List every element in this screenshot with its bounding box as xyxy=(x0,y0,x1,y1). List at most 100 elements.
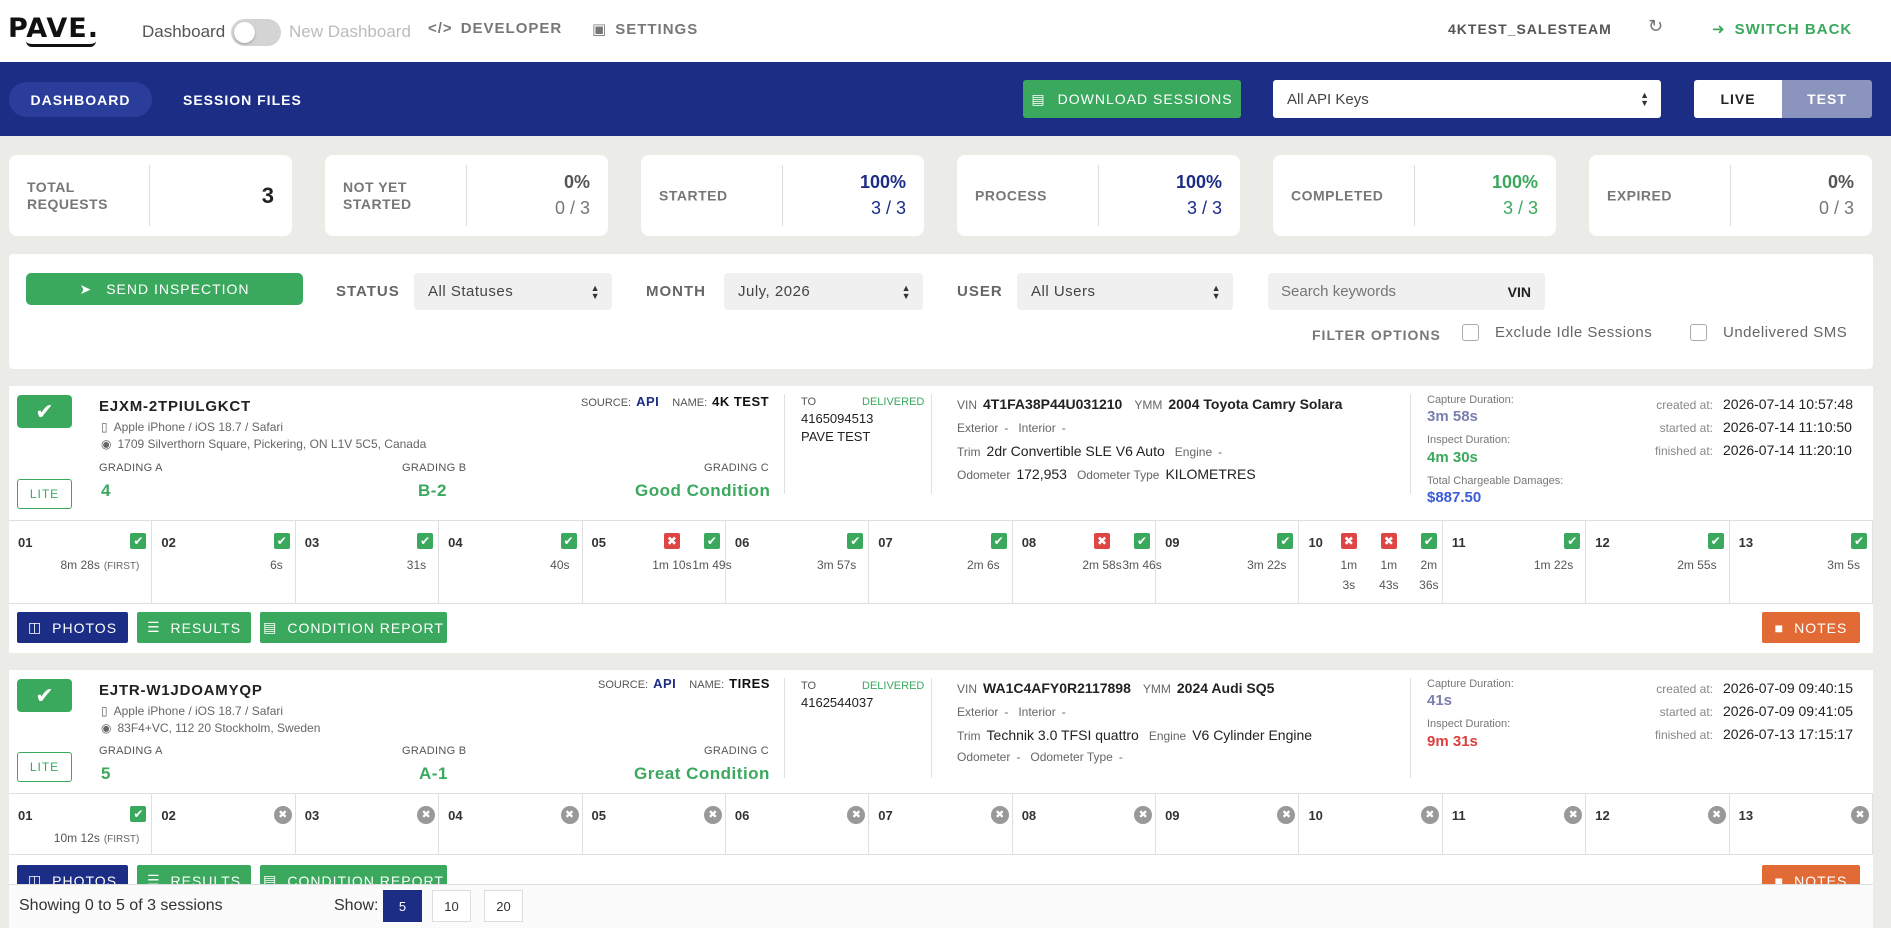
check-icon: ✔ xyxy=(417,533,434,549)
switch-back-label: SWITCH BACK xyxy=(1734,20,1853,38)
step-number: 02 xyxy=(161,535,176,550)
step-cell[interactable]: 03 ✖ xyxy=(296,794,440,854)
step-cell[interactable]: 04 ✖ xyxy=(439,794,583,854)
undelivered-sms-checkbox[interactable]: Undelivered SMS xyxy=(1690,324,1847,341)
step-cell[interactable]: 02 ✔ 6s xyxy=(152,521,296,603)
recipient-phone: 4165094513 xyxy=(801,411,874,426)
send-inspection-button[interactable]: ➤ SEND INSPECTION xyxy=(26,273,303,305)
step-cell[interactable]: 07 ✖ xyxy=(869,794,1013,854)
step-cell[interactable]: 01 ✔ 10m 12s (FIRST) xyxy=(9,794,153,854)
step-cell[interactable]: 06 ✔ 3m 57s xyxy=(726,521,870,603)
step-cell[interactable]: 08 ✖ xyxy=(1013,794,1157,854)
step-number: 03 xyxy=(304,535,320,550)
step-cell[interactable]: 09 ✖ xyxy=(1156,794,1300,854)
step-cell[interactable]: 13 ✔ 3m 5s xyxy=(1730,521,1873,603)
lite-badge: LITE xyxy=(17,752,72,782)
page-size-option[interactable]: 10 xyxy=(432,890,471,922)
step-number: 10 xyxy=(1308,535,1323,550)
step-cell[interactable]: 11 ✖ xyxy=(1443,794,1587,854)
step-number: 08 xyxy=(1021,808,1037,823)
check-icon: ✔ xyxy=(560,533,577,549)
session-id[interactable]: EJXM-2TPIULGKCT xyxy=(99,398,251,415)
stat-divider xyxy=(1098,165,1099,226)
check-icon: ✔ xyxy=(1564,533,1581,549)
dashboard-toggle[interactable] xyxy=(231,19,281,46)
ymm-label: YMM xyxy=(1134,398,1163,412)
step-cell[interactable]: 05 ✖ 1m 10s ✔ 1m 49s xyxy=(583,521,732,603)
column-divider xyxy=(931,394,932,494)
api-keys-select[interactable]: All API Keys ▲ ▼ xyxy=(1273,80,1661,118)
step-cell[interactable]: 11 ✔ 1m 22s xyxy=(1443,521,1587,603)
step-strip: 01 ✔ 10m 12s (FIRST) 02 ✖ 03 ✖ 04 ✖ 05 ✖ 06 ✖ 07 ✖ 08 ✖ 09… xyxy=(9,793,1873,855)
page-size-option[interactable]: 20 xyxy=(484,890,523,922)
exclude-idle-checkbox[interactable]: Exclude Idle Sessions xyxy=(1462,324,1652,341)
vin-search-button[interactable]: VIN xyxy=(1508,284,1531,300)
page-size-option[interactable]: 5 xyxy=(383,890,422,922)
step-duration: 1m 3s xyxy=(1336,555,1362,595)
step-cell[interactable]: 07 ✔ 2m 6s xyxy=(869,521,1013,603)
check-icon: ✔ xyxy=(17,395,72,428)
step-duration: 8m 28s (FIRST) xyxy=(60,555,139,577)
step-number: 09 xyxy=(1165,535,1180,550)
step-cell[interactable]: 08 ✖ 2m 58s ✔ 3m 46s xyxy=(1013,521,1162,603)
step-duration: 1m 22s xyxy=(1534,555,1573,575)
developer-link[interactable]: </> DEVELOPER xyxy=(428,20,562,37)
step-duration-value: 3m 22s xyxy=(1247,558,1287,572)
step-cell[interactable]: 01 ✔ 8m 28s (FIRST) xyxy=(9,521,153,603)
step-duration: 2m 36s xyxy=(1416,555,1442,595)
vin-value[interactable]: WA1C4AFY0R2117898 xyxy=(983,680,1131,696)
session-id[interactable]: EJTR-W1JDOAMYQP xyxy=(99,682,263,699)
live-button[interactable]: LIVE xyxy=(1694,80,1782,118)
user-select[interactable]: All Users ▲ ▼ xyxy=(1017,273,1233,310)
step-cell[interactable]: 13 ✖ xyxy=(1730,794,1873,854)
photos-button[interactable]: ◫ PHOTOS xyxy=(17,612,128,643)
results-button[interactable]: ☰ RESULTS xyxy=(137,612,251,643)
test-button[interactable]: TEST xyxy=(1782,80,1872,118)
filter-options-label: FILTER OPTIONS xyxy=(1312,327,1441,343)
step-cell[interactable]: 10 ✖ xyxy=(1299,794,1443,854)
step-cell[interactable]: 12 ✖ xyxy=(1586,794,1730,854)
download-sessions-button[interactable]: ▤ DOWNLOAD SESSIONS xyxy=(1023,80,1241,118)
status-select[interactable]: All Statuses ▲ ▼ xyxy=(414,273,612,310)
step-cell[interactable]: 06 ✖ xyxy=(726,794,870,854)
step-cell[interactable]: 05 ✖ xyxy=(583,794,726,854)
pave-logo[interactable]: PAVE. xyxy=(8,13,99,44)
step-cell[interactable]: 12 ✔ 2m 55s xyxy=(1586,521,1730,603)
step-number: 12 xyxy=(1595,808,1610,823)
step-cell[interactable]: 04 ✔ 40s xyxy=(439,521,583,603)
search-input[interactable] xyxy=(1281,283,1481,300)
column-divider xyxy=(1410,394,1411,494)
step-cell[interactable]: 10 ✖ 1m 3s ✖ 1m 43s ✔ 2m 36s xyxy=(1299,521,1443,603)
step-duration: 1m 43s xyxy=(1376,555,1402,595)
checkbox-box[interactable] xyxy=(1690,324,1707,341)
stat-percent: 100% xyxy=(1491,172,1538,192)
address-info: ◉ 83F4+VC, 112 20 Stockholm, Sweden xyxy=(101,721,320,735)
vin-value[interactable]: 4T1FA38P44U031210 xyxy=(983,396,1122,412)
not-captured-icon: ✖ xyxy=(560,806,579,824)
check-icon: ✔ xyxy=(17,679,72,712)
notes-button[interactable]: ■ NOTES xyxy=(1762,612,1860,643)
step-duration: 3m 57s xyxy=(817,555,856,575)
settings-link[interactable]: ▣ SETTINGS xyxy=(592,20,698,39)
step-cell[interactable]: 03 ✔ 31s xyxy=(296,521,440,603)
step-duration: 2m 6s xyxy=(967,555,1000,575)
checkbox-box[interactable] xyxy=(1462,324,1479,341)
refresh-icon[interactable]: ↻ xyxy=(1648,16,1663,37)
month-select[interactable]: July, 2026 ▲ ▼ xyxy=(724,273,923,310)
color-row: Exterior - Interior - xyxy=(957,705,1066,719)
step-cell[interactable]: 02 ✖ xyxy=(152,794,296,854)
step-duration-value: 1m 43s xyxy=(1379,558,1399,592)
inspect-duration-value: 4m 30s xyxy=(1427,449,1478,466)
map-marker-icon: ◉ xyxy=(101,437,112,451)
step-cell[interactable]: 09 ✔ 3m 22s xyxy=(1156,521,1300,603)
tab-dashboard[interactable]: DASHBOARD xyxy=(9,82,152,117)
account-name[interactable]: 4KTEST_SALESTEAM xyxy=(1448,21,1612,37)
notes-label: NOTES xyxy=(1794,619,1848,636)
condition-report-button[interactable]: ▤ CONDITION REPORT xyxy=(260,612,447,643)
switch-back-button[interactable]: ➜ SWITCH BACK xyxy=(1712,20,1853,39)
step-duration-value: 3m 5s xyxy=(1827,558,1860,572)
show-label: Show: xyxy=(334,897,379,914)
address-text: 1709 Silverthorn Square, Pickering, ON L… xyxy=(117,437,427,451)
step-number: 01 xyxy=(18,808,33,823)
tab-session-files[interactable]: SESSION FILES xyxy=(183,92,302,108)
